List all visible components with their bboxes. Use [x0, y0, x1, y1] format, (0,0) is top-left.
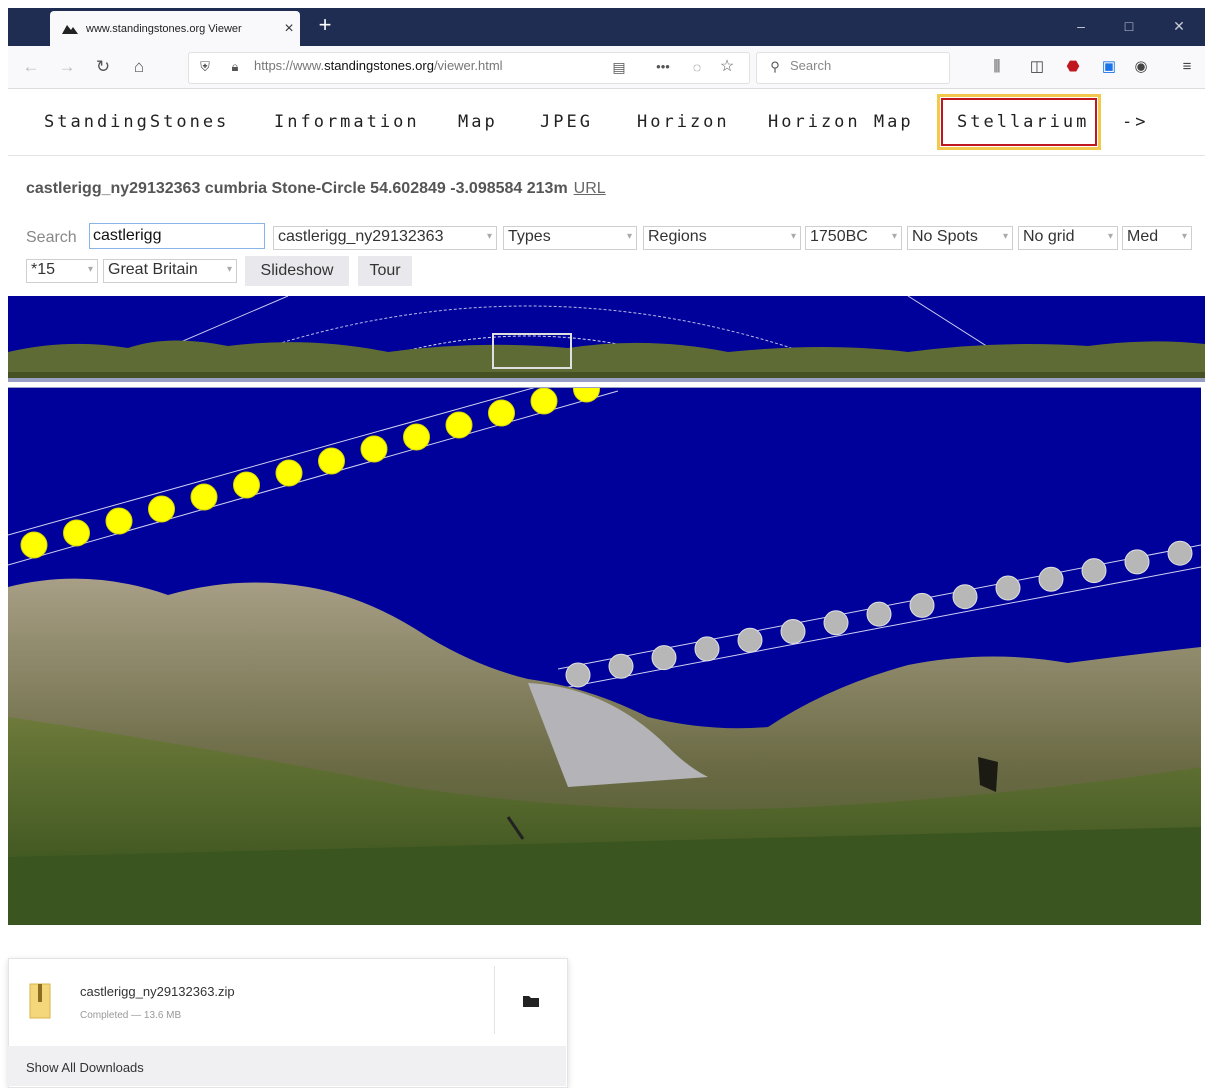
- sun-disc: [63, 519, 90, 547]
- reader-view-icon[interactable]: ▤: [606, 56, 632, 78]
- search-placeholder: Search: [790, 58, 832, 73]
- site-select[interactable]: castlerigg_ny29132363 ▾: [273, 226, 497, 250]
- extension-icon[interactable]: ▣: [1096, 56, 1122, 78]
- moon-disc: [565, 662, 591, 688]
- nav-jpeg[interactable]: JPEG: [540, 112, 593, 132]
- sun-disc: [20, 531, 48, 559]
- moon-disc: [1038, 566, 1064, 592]
- spots-select[interactable]: No Spots ▾: [907, 226, 1013, 250]
- quality-select[interactable]: Med ▾: [1122, 226, 1192, 250]
- bookmark-star-icon[interactable]: ☆: [714, 56, 740, 78]
- sidebar-icon[interactable]: ◫: [1024, 56, 1050, 78]
- country-select[interactable]: Great Britain ▾: [103, 259, 237, 283]
- moon-disc: [780, 619, 806, 644]
- reload-icon[interactable]: ↻: [90, 56, 116, 78]
- forward-icon[interactable]: →: [54, 56, 80, 78]
- nav-information[interactable]: Information: [274, 112, 420, 132]
- moon-disc: [866, 601, 892, 627]
- pocket-icon[interactable]: ◌: [684, 56, 710, 78]
- open-folder-icon[interactable]: [520, 990, 542, 1012]
- browser-tab[interactable]: www.standingstones.org Viewer ×: [50, 11, 300, 46]
- sun-disc: [488, 399, 515, 427]
- sun-disc: [105, 507, 133, 535]
- sun-disc: [275, 459, 303, 487]
- nav-map[interactable]: Map: [458, 112, 498, 132]
- moon-disc: [909, 592, 935, 618]
- tab-title: www.standingstones.org Viewer: [86, 22, 242, 35]
- sun-disc: [445, 411, 473, 439]
- tab-close-icon[interactable]: ×: [278, 20, 300, 38]
- sun-disc: [190, 483, 218, 511]
- shield-icon[interactable]: ⛨: [192, 56, 218, 78]
- grid-select[interactable]: No grid ▾: [1018, 226, 1118, 250]
- account-icon[interactable]: ◉: [1128, 56, 1154, 78]
- slideshow-button[interactable]: Slideshow: [245, 256, 349, 286]
- sun-disc: [318, 447, 345, 475]
- sun-disc: [233, 471, 260, 499]
- panorama-overview[interactable]: [8, 296, 1205, 382]
- close-window-icon[interactable]: ✕: [1156, 10, 1202, 42]
- nav-horizon-map[interactable]: Horizon Map: [768, 112, 914, 132]
- moon-disc: [1167, 540, 1193, 566]
- moon-disc: [737, 627, 763, 653]
- new-tab-icon[interactable]: +: [312, 13, 338, 39]
- search-label: Search: [26, 229, 77, 246]
- minimize-icon[interactable]: –: [1058, 10, 1104, 42]
- regions-select[interactable]: Regions ▾: [643, 226, 801, 250]
- nav-next-arrow[interactable]: ->: [1122, 112, 1148, 132]
- library-icon[interactable]: ⫼: [984, 56, 1010, 78]
- search-icon: ⚲: [770, 59, 780, 74]
- back-icon[interactable]: ←: [18, 56, 44, 78]
- sun-disc: [148, 495, 175, 523]
- home-icon[interactable]: ⌂: [126, 56, 152, 78]
- stellarium-view[interactable]: [8, 387, 1201, 925]
- ublock-icon[interactable]: ⬣: [1060, 56, 1086, 78]
- download-status: Completed — 13.6 MB: [80, 1010, 182, 1021]
- sun-disc: [403, 423, 430, 451]
- moon-disc: [694, 636, 720, 662]
- zoom-select[interactable]: *15 ▾: [26, 259, 98, 283]
- site-search-input[interactable]: [89, 223, 265, 249]
- url-link[interactable]: URL: [574, 180, 606, 197]
- url-text[interactable]: https://www.standingstones.org/viewer.ht…: [254, 58, 503, 73]
- moon-disc: [952, 584, 978, 610]
- zip-file-icon: [29, 983, 51, 1019]
- page-actions-icon[interactable]: •••: [650, 56, 676, 78]
- moon-disc: [1124, 549, 1150, 575]
- nav-standingstones[interactable]: StandingStones: [44, 112, 229, 132]
- nav-horizon[interactable]: Horizon: [637, 112, 730, 132]
- sun-disc: [360, 435, 388, 463]
- download-file-name[interactable]: castlerigg_ny29132363.zip: [80, 984, 235, 999]
- show-all-downloads-label[interactable]: Show All Downloads: [26, 1060, 144, 1075]
- moon-disc: [995, 575, 1021, 601]
- lock-icon: 🔒︎: [231, 59, 239, 74]
- menu-icon[interactable]: ≡: [1174, 56, 1200, 78]
- maximize-icon[interactable]: □: [1106, 10, 1152, 42]
- moon-disc: [608, 653, 634, 679]
- site-heading: castlerigg_ny29132363 cumbria Stone-Circ…: [26, 180, 606, 197]
- standing-stones-favicon-icon: [62, 24, 78, 34]
- moon-disc: [823, 610, 849, 636]
- downloads-separator: [494, 966, 495, 1034]
- moon-disc: [1081, 558, 1107, 584]
- types-select[interactable]: Types ▾: [503, 226, 637, 250]
- date-select[interactable]: 1750BC ▾: [805, 226, 902, 250]
- nav-stellarium[interactable]: Stellarium: [957, 112, 1089, 132]
- sun-disc: [530, 387, 558, 415]
- moon-disc: [651, 645, 677, 671]
- tour-button[interactable]: Tour: [358, 256, 412, 286]
